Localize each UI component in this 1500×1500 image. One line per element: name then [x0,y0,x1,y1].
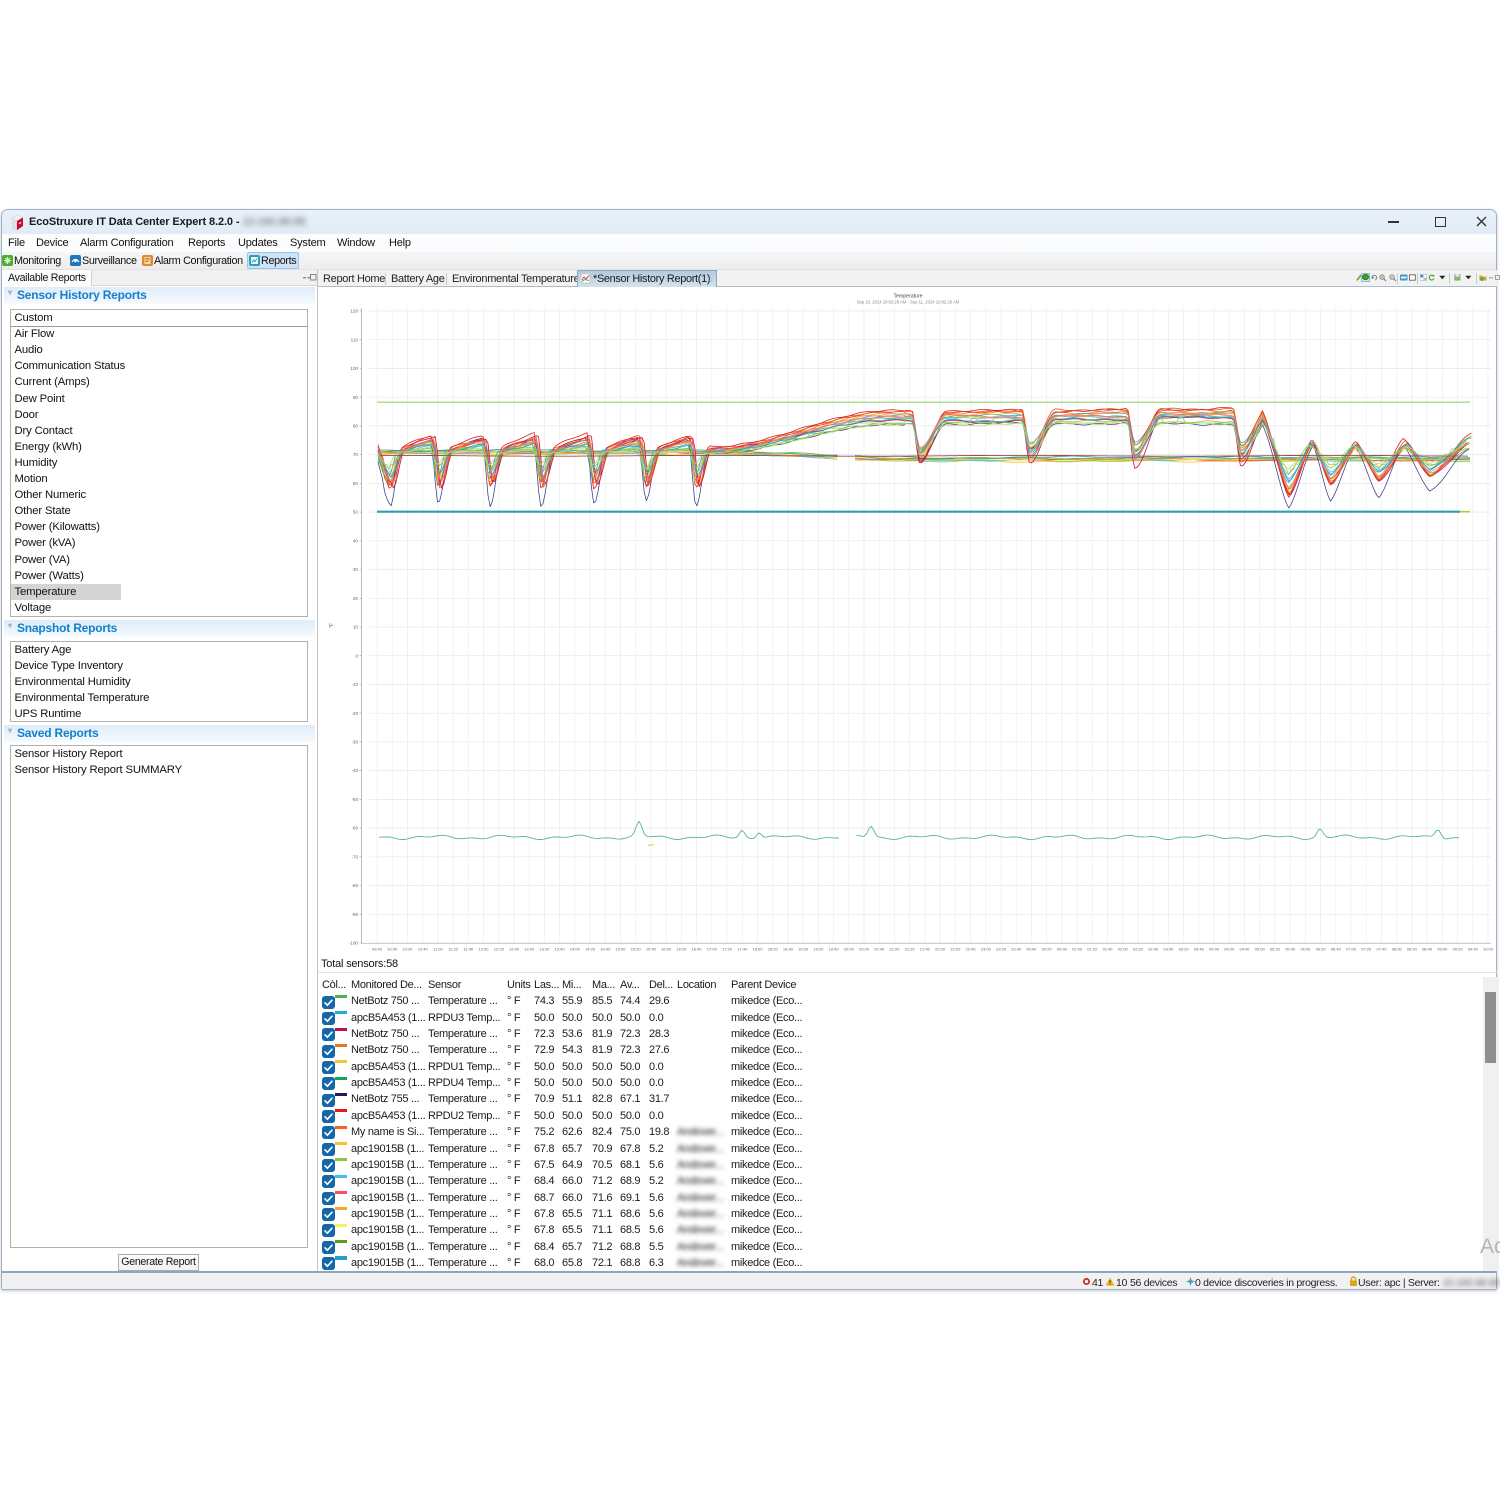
svg-text:01:20: 01:20 [1087,947,1098,952]
svg-text:03:40: 03:40 [1194,947,1205,952]
svg-text:07:40: 07:40 [1376,947,1387,952]
svg-text:-80: -80 [351,883,358,888]
svg-text:08:20: 08:20 [1407,947,1418,952]
svg-text:14:20: 14:20 [585,947,596,952]
svg-text:70: 70 [353,452,359,457]
svg-text:20: 20 [353,596,359,601]
svg-text:00:00: 00:00 [1026,947,1037,952]
svg-text:16:40: 16:40 [692,947,703,952]
svg-text:-60: -60 [351,826,358,831]
svg-text:01:00: 01:00 [1072,947,1083,952]
svg-text:10:40: 10:40 [418,947,429,952]
svg-text:05:20: 05:20 [1270,947,1281,952]
svg-text:10:20: 10:20 [402,947,413,952]
svg-text:05:40: 05:40 [1285,947,1296,952]
svg-text:30: 30 [353,567,359,572]
svg-text:20:40: 20:40 [874,947,885,952]
svg-text:-20: -20 [351,711,358,716]
svg-text:15:00: 15:00 [615,947,626,952]
svg-text:06:40: 06:40 [1331,947,1342,952]
svg-text:21:00: 21:00 [889,947,900,952]
svg-text:19:20: 19:20 [813,947,824,952]
svg-text:02:20: 02:20 [1133,947,1144,952]
svg-text:120: 120 [350,309,358,314]
svg-text:40: 40 [353,538,359,543]
svg-text:17:00: 17:00 [707,947,718,952]
svg-text:07:20: 07:20 [1361,947,1372,952]
svg-text:-40: -40 [351,768,358,773]
svg-text:60: 60 [353,481,359,486]
svg-text:18:40: 18:40 [783,947,794,952]
svg-text:-100: -100 [349,941,359,946]
svg-text:13:00: 13:00 [524,947,535,952]
svg-text:09:40: 09:40 [1468,947,1479,952]
svg-text:21:20: 21:20 [905,947,916,952]
svg-text:19:40: 19:40 [829,947,840,952]
svg-text:22:00: 22:00 [935,947,946,952]
svg-text:11:00: 11:00 [433,947,443,952]
svg-text:03:20: 03:20 [1179,947,1190,952]
svg-text:02:00: 02:00 [1118,947,1129,952]
svg-text:06:20: 06:20 [1316,947,1327,952]
svg-text:14:40: 14:40 [600,947,611,952]
svg-text:04:40: 04:40 [1239,947,1250,952]
svg-text:23:00: 23:00 [981,947,992,952]
svg-text:110: 110 [351,337,359,342]
svg-text:09:00: 09:00 [1437,947,1448,952]
svg-text:04:20: 04:20 [1224,947,1235,952]
svg-text:08:00: 08:00 [1392,947,1403,952]
svg-text:Sep 10, 2024 10:02:28 AM - Sep: Sep 10, 2024 10:02:28 AM - Sep 11, 2024 … [857,300,960,305]
svg-text:17:20: 17:20 [722,947,733,952]
svg-text:09:20: 09:20 [1453,947,1464,952]
svg-text:10:00: 10:00 [1483,947,1494,952]
svg-text:08:40: 08:40 [1422,947,1433,952]
svg-text:-70: -70 [351,854,358,859]
svg-text:04:00: 04:00 [1209,947,1220,952]
svg-text:03:00: 03:00 [1163,947,1174,952]
svg-text:00:40: 00:40 [1057,947,1068,952]
svg-text:16:20: 16:20 [676,947,687,952]
svg-text:23:40: 23:40 [1011,947,1022,952]
svg-text:05:00: 05:00 [1255,947,1266,952]
svg-text:12:40: 12:40 [509,947,520,952]
svg-text:15:20: 15:20 [631,947,642,952]
svg-text:14:00: 14:00 [570,947,581,952]
svg-text:-90: -90 [351,912,358,917]
svg-text:00:20: 00:20 [1042,947,1053,952]
svg-text:50: 50 [353,510,359,515]
svg-text:-30: -30 [351,740,358,745]
svg-text:01:40: 01:40 [1102,947,1113,952]
svg-text:20:00: 20:00 [844,947,855,952]
svg-text:19:00: 19:00 [798,947,809,952]
svg-text:80: 80 [353,424,359,429]
svg-text:11:40: 11:40 [463,947,473,952]
svg-text:100: 100 [350,366,358,371]
svg-text:22:20: 22:20 [950,947,961,952]
svg-text:07:00: 07:00 [1346,947,1357,952]
svg-text:06:00: 06:00 [1300,947,1311,952]
svg-text:12:00: 12:00 [478,947,489,952]
svg-text:15:40: 15:40 [646,947,657,952]
svg-text:18:00: 18:00 [752,947,763,952]
svg-text:11:20: 11:20 [448,947,458,952]
svg-text:-10: -10 [351,682,358,687]
svg-text:21:40: 21:40 [920,947,931,952]
svg-text:12:20: 12:20 [494,947,505,952]
svg-text:20:20: 20:20 [859,947,870,952]
svg-text:18:20: 18:20 [768,947,779,952]
svg-text:17:40: 17:40 [737,947,748,952]
svg-text:23:20: 23:20 [996,947,1007,952]
svg-text:10:00: 10:00 [387,947,398,952]
svg-text:16:00: 16:00 [661,947,672,952]
svg-text:13:20: 13:20 [539,947,550,952]
svg-text:09:40: 09:40 [372,947,383,952]
svg-text:13:40: 13:40 [555,947,566,952]
svg-text:0: 0 [355,653,358,658]
svg-text:-50: -50 [351,797,358,802]
svg-text:90: 90 [353,395,359,400]
svg-text:°F: °F [329,623,335,628]
svg-text:02:40: 02:40 [1148,947,1159,952]
svg-text:22:40: 22:40 [965,947,976,952]
svg-text:10: 10 [353,625,359,630]
